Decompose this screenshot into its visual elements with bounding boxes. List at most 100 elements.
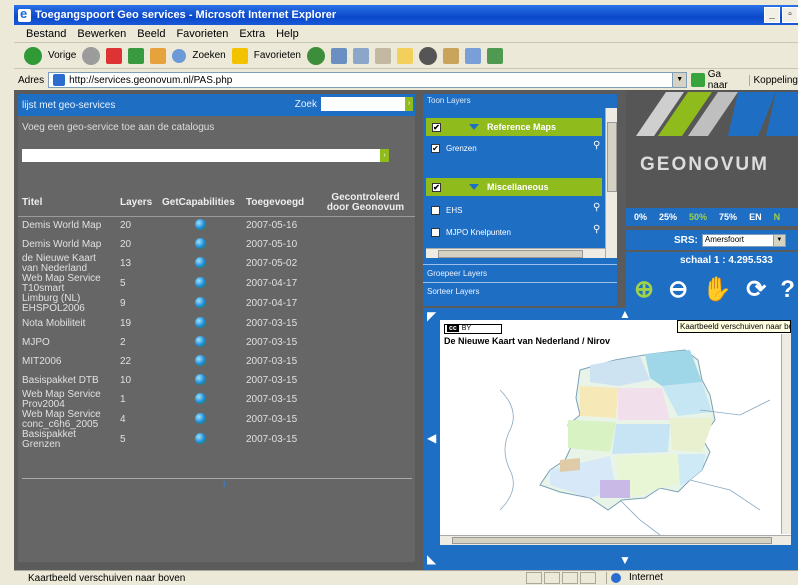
- getcapabilities[interactable]: [158, 294, 242, 314]
- menu-help[interactable]: Help: [276, 28, 299, 40]
- globe-icon[interactable]: [194, 413, 206, 424]
- pan-west-icon[interactable]: ◀: [427, 432, 436, 444]
- research-icon[interactable]: [464, 47, 481, 64]
- pan-northwest-icon[interactable]: ◤: [427, 310, 436, 322]
- globe-icon[interactable]: [194, 297, 206, 308]
- back-arrow-icon[interactable]: [24, 46, 42, 65]
- layer-group-reference-maps[interactable]: ✔ Reference Maps ✔: [426, 118, 614, 136]
- menu-extra[interactable]: Extra: [239, 28, 265, 40]
- zoom-75[interactable]: 75%: [719, 212, 737, 222]
- layer-info-icon[interactable]: ⚲: [593, 202, 600, 213]
- column-checked[interactable]: Gecontroleerd door Geonovum: [316, 190, 415, 217]
- menu-bestand[interactable]: Bestand: [26, 28, 66, 40]
- edit-icon[interactable]: [374, 47, 391, 64]
- globe-icon[interactable]: [194, 277, 206, 288]
- layer-horizontal-scrollbar[interactable]: [426, 248, 605, 258]
- mail-icon[interactable]: [330, 47, 347, 64]
- add-service-submit-button[interactable]: ›: [380, 149, 389, 162]
- globe-icon[interactable]: [194, 335, 206, 347]
- getcapabilities[interactable]: [158, 216, 242, 235]
- map-view[interactable]: cc BY De Nieuwe Kaart van Nederland / Nir…: [440, 320, 791, 545]
- layer-vertical-scrollbar[interactable]: [605, 108, 617, 258]
- zoom-in-icon[interactable]: ⊕: [634, 278, 654, 302]
- favorites-star-icon[interactable]: [231, 47, 248, 64]
- getcapabilities[interactable]: [158, 410, 242, 430]
- column-added[interactable]: Toegevoegd: [242, 190, 316, 217]
- address-dropdown-icon[interactable]: ▼: [672, 73, 687, 87]
- srs-select[interactable]: Amersfoort: [701, 233, 786, 247]
- menu-beeld[interactable]: Beeld: [137, 28, 165, 40]
- search-button[interactable]: Zoeken: [192, 50, 225, 61]
- zoom-out-icon[interactable]: ⊖: [668, 278, 688, 302]
- layer-checkbox-mjpo[interactable]: [431, 228, 440, 237]
- table-row[interactable]: Web Map Service Prov2004 1 2007-03-15: [18, 390, 415, 410]
- zoom-0[interactable]: 0%: [634, 212, 647, 222]
- tool-icon[interactable]: [442, 47, 459, 64]
- getcapabilities[interactable]: [158, 314, 242, 333]
- go-button[interactable]: Ga naar: [691, 69, 742, 91]
- back-button[interactable]: Vorige: [48, 50, 76, 61]
- language-en[interactable]: EN: [749, 212, 762, 222]
- sort-layers-link[interactable]: Sorteer Layers: [423, 282, 617, 298]
- table-row[interactable]: Web Map Service conc_c6h6_2005 4 2007-03-1…: [18, 410, 415, 430]
- table-row[interactable]: MJPO 2 2007-03-15: [18, 333, 415, 352]
- group-checkbox-misc[interactable]: ✔: [432, 182, 441, 192]
- getcapabilities[interactable]: [158, 352, 242, 371]
- layer-checkbox-ehs[interactable]: [431, 206, 440, 215]
- layer-item-grenzen[interactable]: ✔ Grenzen: [431, 144, 477, 153]
- getcapabilities[interactable]: [158, 430, 242, 450]
- address-input[interactable]: http://services.geonovum.nl/PAS.php ▼: [48, 72, 688, 88]
- menu-favorieten[interactable]: Favorieten: [176, 28, 228, 40]
- map-horizontal-scrollbar[interactable]: [440, 535, 791, 545]
- getcapabilities[interactable]: [158, 235, 242, 254]
- search-icon[interactable]: [172, 48, 187, 63]
- layer-item-mjpo[interactable]: MJPO Knelpunten: [431, 228, 511, 237]
- help-icon[interactable]: ?: [780, 278, 795, 302]
- column-getcapabilities[interactable]: GetCapabilities: [158, 190, 242, 217]
- layer-info-icon[interactable]: ⚲: [593, 224, 600, 235]
- globe-icon[interactable]: [194, 433, 206, 444]
- layer-info-icon[interactable]: ⚲: [593, 140, 600, 151]
- table-row[interactable]: Basispakket DTB 10 2007-03-15: [18, 371, 415, 390]
- expand-triangle-icon[interactable]: [469, 124, 479, 130]
- search-submit-button[interactable]: ›: [405, 97, 413, 111]
- people-icon[interactable]: [486, 47, 503, 64]
- table-row[interactable]: Nota Mobiliteit 19 2007-03-15: [18, 314, 415, 333]
- globe-icon[interactable]: [194, 237, 206, 249]
- refresh-icon[interactable]: [128, 47, 145, 64]
- column-title[interactable]: Titel: [18, 190, 116, 217]
- menu-bewerken[interactable]: Bewerken: [77, 28, 126, 40]
- getcapabilities[interactable]: [158, 390, 242, 410]
- history-icon[interactable]: [306, 46, 325, 65]
- zoom-50[interactable]: 50%: [689, 212, 707, 222]
- folder-icon[interactable]: [396, 47, 413, 64]
- messenger-icon[interactable]: [418, 46, 437, 65]
- globe-icon[interactable]: [194, 316, 206, 328]
- layer-group-miscellaneous[interactable]: ✔ Miscellaneous ✔: [426, 178, 614, 196]
- pan-south-icon[interactable]: ▼: [619, 554, 631, 566]
- favorites-button[interactable]: Favorieten: [254, 50, 301, 61]
- group-checkbox-reference[interactable]: ✔: [432, 122, 441, 132]
- forward-arrow-icon[interactable]: [82, 46, 101, 65]
- globe-icon[interactable]: [194, 373, 206, 385]
- column-layers[interactable]: Layers: [116, 190, 158, 217]
- globe-icon[interactable]: [194, 257, 206, 268]
- globe-icon[interactable]: [194, 218, 206, 230]
- table-row[interactable]: Basispakket Grenzen 5 2007-03-15: [18, 430, 415, 450]
- refresh-map-icon[interactable]: ⟳: [746, 278, 766, 302]
- minimize-button[interactable]: _: [764, 7, 780, 23]
- layer-checkbox-grenzen[interactable]: ✔: [431, 144, 440, 153]
- pagination-dot[interactable]: 1: [222, 480, 226, 489]
- getcapabilities[interactable]: [158, 254, 242, 274]
- stop-icon[interactable]: [106, 47, 123, 64]
- search-input[interactable]: [321, 97, 405, 111]
- getcapabilities[interactable]: [158, 333, 242, 352]
- table-row[interactable]: Limburg (NL) EHSPOL2006 9 2007-04-17: [18, 294, 415, 314]
- add-service-input[interactable]: [22, 149, 380, 162]
- table-row[interactable]: de Nieuwe Kaart van Nederland 13 2007-05-0…: [18, 254, 415, 274]
- group-layers-link[interactable]: Groepeer Layers: [423, 264, 617, 280]
- language-nl[interactable]: N: [774, 212, 781, 222]
- table-row[interactable]: Web Map Service T10smart 5 2007-04-17: [18, 274, 415, 294]
- map-vertical-scrollbar[interactable]: [781, 334, 791, 534]
- getcapabilities[interactable]: [158, 371, 242, 390]
